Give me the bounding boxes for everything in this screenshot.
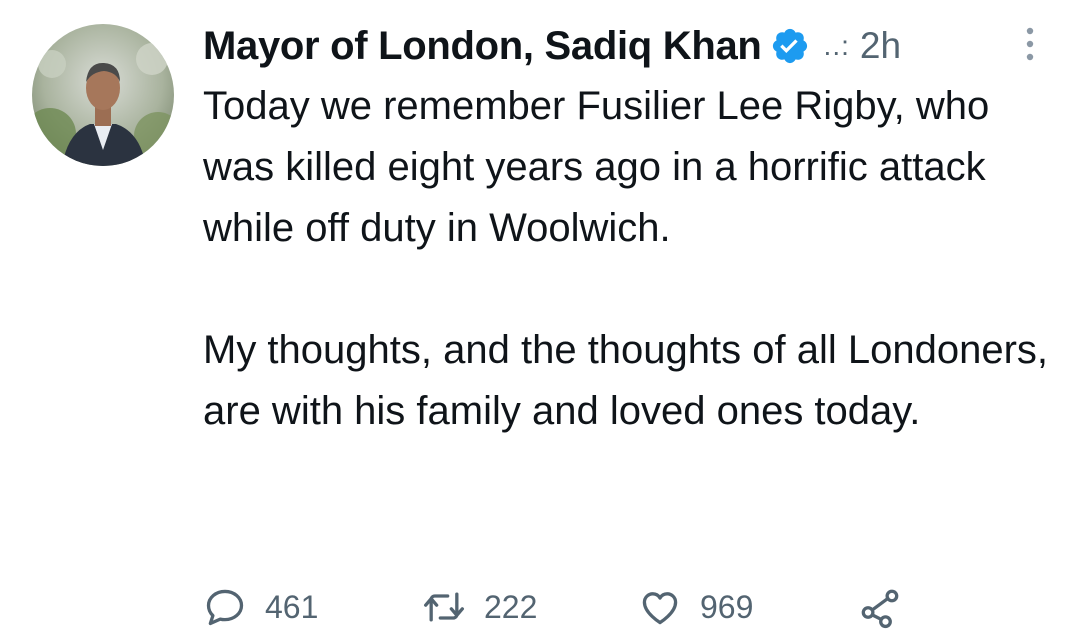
reply-count: 461 [265, 588, 319, 625]
heart-icon [638, 585, 682, 629]
tweet-actions: 461 222 969 [203, 584, 1053, 630]
handle-glyph: ..: [823, 30, 850, 61]
verified-badge-icon [770, 26, 810, 66]
retweet-icon [422, 585, 466, 629]
tweet-header: Mayor of London, Sadiq Khan ..: 2h [203, 18, 901, 74]
like-count: 969 [700, 588, 754, 625]
avatar-image [32, 24, 174, 166]
author-display-name[interactable]: Mayor of London, Sadiq Khan [203, 24, 762, 69]
share-button[interactable] [858, 584, 902, 630]
tweet-text: Today we remember Fusilier Lee Rigby, wh… [203, 76, 1053, 442]
reply-icon [203, 585, 247, 629]
share-icon [858, 585, 902, 629]
tweet-paragraph: Today we remember Fusilier Lee Rigby, wh… [203, 84, 990, 250]
tweet-paragraph: My thoughts, and the thoughts of all Lon… [203, 328, 1049, 433]
tweet-card[interactable]: Mayor of London, Sadiq Khan ..: 2h Today… [0, 0, 1080, 631]
avatar[interactable] [32, 24, 174, 166]
more-options-icon[interactable] [1018, 24, 1042, 64]
retweet-count: 222 [484, 588, 538, 625]
timestamp[interactable]: 2h [860, 25, 901, 67]
retweet-button[interactable]: 222 [422, 584, 537, 630]
reply-button[interactable]: 461 [203, 584, 318, 630]
like-button[interactable]: 969 [638, 584, 753, 630]
